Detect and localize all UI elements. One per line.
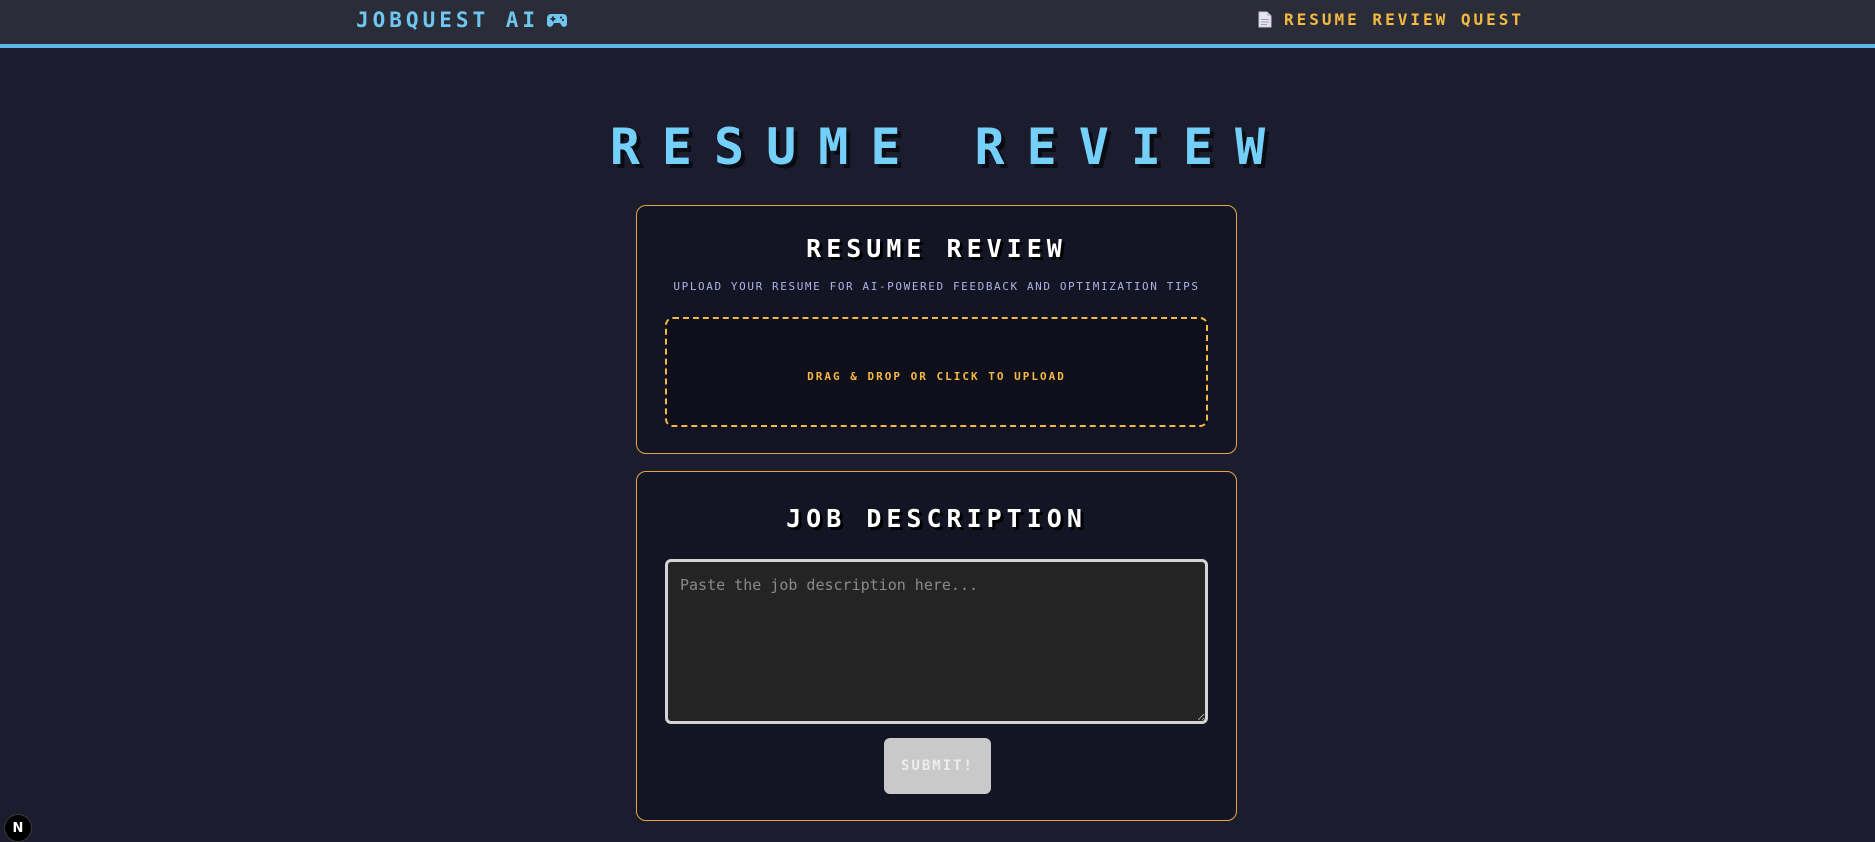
top-navbar: JOBQUEST AI RESUME REVIEW QUEST	[0, 0, 1875, 48]
resume-card-subtitle: UPLOAD YOUR RESUME FOR AI-POWERED FEEDBA…	[673, 280, 1200, 293]
page-title: RESUME REVIEW	[609, 118, 1288, 176]
resume-dropzone[interactable]: DRAG & DROP OR CLICK TO UPLOAD	[665, 317, 1208, 427]
submit-button[interactable]: SUBMIT!	[884, 738, 991, 794]
brand-logo[interactable]: JOBQUEST AI	[356, 8, 568, 32]
job-description-textarea[interactable]	[665, 559, 1208, 724]
job-card-title: JOB DESCRIPTION	[786, 504, 1087, 533]
dropzone-label: DRAG & DROP OR CLICK TO UPLOAD	[807, 370, 1066, 383]
resume-card-title: RESUME REVIEW	[806, 234, 1067, 263]
dev-badge-label: N	[12, 820, 24, 836]
job-description-card: JOB DESCRIPTION SUBMIT!	[636, 471, 1237, 821]
brand-name: JOBQUEST AI	[356, 8, 540, 32]
document-icon	[1258, 11, 1272, 28]
dev-tools-badge[interactable]: N	[4, 814, 32, 842]
nav-quest-label: RESUME REVIEW QUEST	[1284, 10, 1525, 29]
gamepad-icon	[547, 14, 568, 27]
nav-resume-review-quest[interactable]: RESUME REVIEW QUEST	[1258, 10, 1524, 29]
resume-upload-card: RESUME REVIEW UPLOAD YOUR RESUME FOR AI-…	[636, 205, 1237, 454]
